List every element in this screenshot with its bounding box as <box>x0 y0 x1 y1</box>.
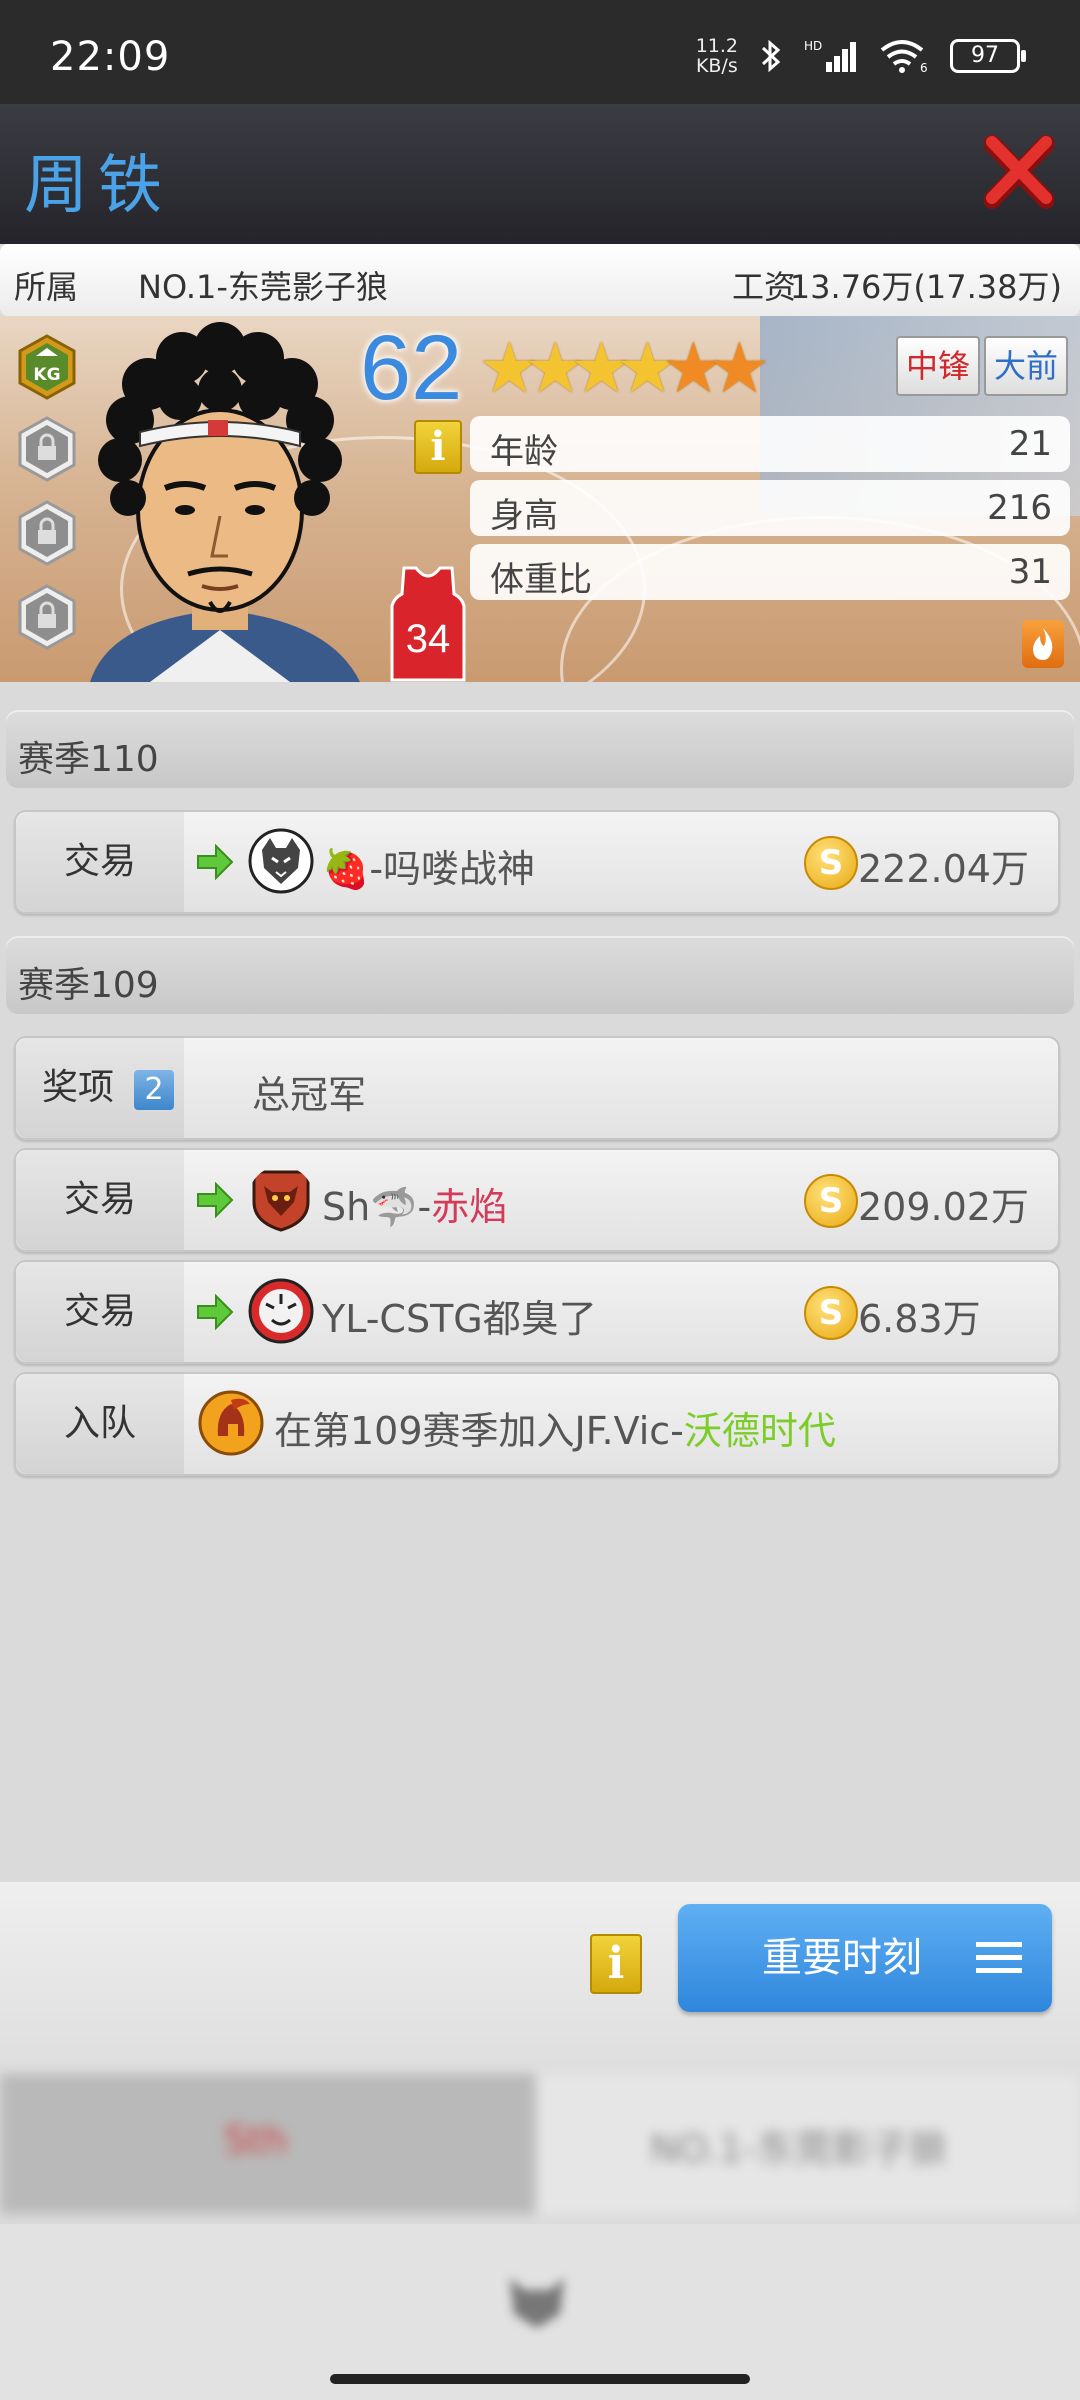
season-header: 赛季109 <box>6 936 1074 1014</box>
coin-icon: S <box>804 1174 858 1228</box>
history-event-trade[interactable]: 交易 🍓-吗喽战神 S 222.04万 <box>14 810 1060 914</box>
orange-star-icon: ★ <box>662 327 725 409</box>
season-header: 赛季110 <box>6 710 1074 788</box>
orange-star-icon: ★ <box>708 327 771 409</box>
menu-icon <box>976 1942 1022 1973</box>
info-icon[interactable]: i <box>590 1934 642 1994</box>
locked-skill-icon[interactable] <box>18 500 76 566</box>
event-description[interactable]: 在第109赛季加入JF.Vic-沃德时代 <box>274 1400 836 1455</box>
fire-icon[interactable] <box>1022 620 1064 668</box>
close-icon[interactable] <box>984 130 1054 212</box>
svg-text:KG: KG <box>33 365 60 385</box>
tiger-team-logo-icon <box>248 1278 314 1344</box>
event-type-label: 入队 <box>16 1374 184 1474</box>
coin-icon: S <box>804 1286 858 1340</box>
player-rating: 62 <box>360 317 463 419</box>
status-time: 22:09 <box>50 34 171 80</box>
title-bar: 周铁 <box>0 104 1080 244</box>
wolf-home-icon[interactable] <box>504 2274 570 2330</box>
team-info-row: 所属 NO.1-东莞影子狼 工资 13.76万(17.38万) <box>0 244 1080 316</box>
award-name: 总冠军 <box>252 1073 367 1117</box>
svg-text:HD: HD <box>804 39 822 53</box>
wifi-icon: 6 <box>880 40 928 74</box>
gold-star-icon: ★ <box>570 327 633 409</box>
network-speed: 11.2 KB/s <box>695 35 738 77</box>
green-arrow-icon <box>197 844 234 880</box>
history-event-join[interactable]: 入队 在第109赛季加入JF.Vic-沃德时代 <box>14 1372 1060 1476</box>
trade-amount: 6.83万 <box>858 1297 981 1341</box>
home-indicator[interactable] <box>330 2374 750 2384</box>
stat-row-age: 年龄 21 <box>470 416 1070 472</box>
history-list: 赛季110 交易 🍓-吗喽战神 S 222.04万 赛季109 奖项 2 总冠军… <box>0 682 1080 1882</box>
trade-amount: 222.04万 <box>858 847 1029 891</box>
bottom-navigation <box>0 2224 1080 2400</box>
history-event-trade[interactable]: 交易 YL-CSTG都臭了 S 6.83万 <box>14 1260 1060 1364</box>
gold-star-icon: ★ <box>524 327 587 409</box>
status-bar: 22:09 11.2 KB/s HD 6 97 <box>0 0 1080 104</box>
stat-row-height: 身高 216 <box>470 480 1070 536</box>
trade-amount: 209.02万 <box>858 1185 1029 1229</box>
locked-skill-icon[interactable] <box>18 584 76 650</box>
wolf-team-logo-icon <box>248 828 314 894</box>
event-type-label: 交易 <box>16 1150 184 1250</box>
position-badge-center: 中锋 <box>896 336 981 396</box>
bottom-action-panel: i 重要时刻 <box>0 1882 1080 2074</box>
team-name[interactable]: NO.1-东莞影子狼 <box>138 262 388 308</box>
event-team-name[interactable]: Sh🦈-赤焰 <box>322 1176 507 1231</box>
position-badge-power-forward: 大前 <box>984 336 1069 396</box>
bull-team-logo-icon <box>252 1170 310 1232</box>
coin-icon: S <box>804 836 858 890</box>
signal-icon: HD <box>804 39 856 72</box>
event-type-label: 交易 <box>16 1262 184 1362</box>
gold-star-icon: ★ <box>616 327 679 409</box>
star-rating: ★ ★ ★ ★ ★ ★ <box>478 327 771 409</box>
team-label: 所属 <box>14 268 79 306</box>
important-moments-button[interactable]: 重要时刻 <box>678 1904 1052 2012</box>
player-avatar <box>90 322 360 682</box>
green-arrow-icon <box>197 1182 234 1218</box>
svg-text:6: 6 <box>920 61 928 74</box>
tab-left[interactable]: Sth <box>0 2074 536 2214</box>
battery-indicator: 97 <box>950 39 1026 73</box>
event-type-label: 交易 <box>16 812 184 912</box>
event-team-name[interactable]: 🍓-吗喽战神 <box>322 838 535 893</box>
event-team-name[interactable]: YL-CSTG都臭了 <box>322 1288 597 1343</box>
stat-row-weight-ratio: 体重比 31 <box>470 544 1070 600</box>
kg-skill-badge-icon[interactable]: KG <box>18 334 76 400</box>
player-name: 周铁 <box>24 149 172 223</box>
background-tabs: Sth NO.1-东莞影子狼 <box>0 2074 1080 2224</box>
jersey-icon: 34 <box>390 566 466 682</box>
gold-star-icon: ★ <box>478 327 541 409</box>
info-icon[interactable]: i <box>414 420 462 474</box>
history-event-trade[interactable]: 交易 Sh🦈-赤焰 S 209.02万 <box>14 1148 1060 1252</box>
spartan-team-logo-icon <box>198 1390 264 1456</box>
player-card: KG 34 62 ★ ★ ★ ★ ★ ★ 中锋 大前 i 年龄 21 身高 21… <box>0 316 1080 682</box>
locked-skill-icon[interactable] <box>18 416 76 482</box>
status-icons: 11.2 KB/s HD 6 97 <box>695 35 1026 77</box>
award-count-badge: 2 <box>134 1070 174 1110</box>
history-event-award[interactable]: 奖项 2 总冠军 <box>14 1036 1060 1140</box>
salary-label: 工资 <box>732 268 797 306</box>
svg-text:34: 34 <box>406 617 451 661</box>
salary-value: 13.76万(17.38万) <box>789 268 1062 306</box>
tab-right[interactable]: NO.1-东莞影子狼 <box>536 2074 1080 2214</box>
green-arrow-icon <box>197 1294 234 1330</box>
bluetooth-icon <box>761 39 781 73</box>
